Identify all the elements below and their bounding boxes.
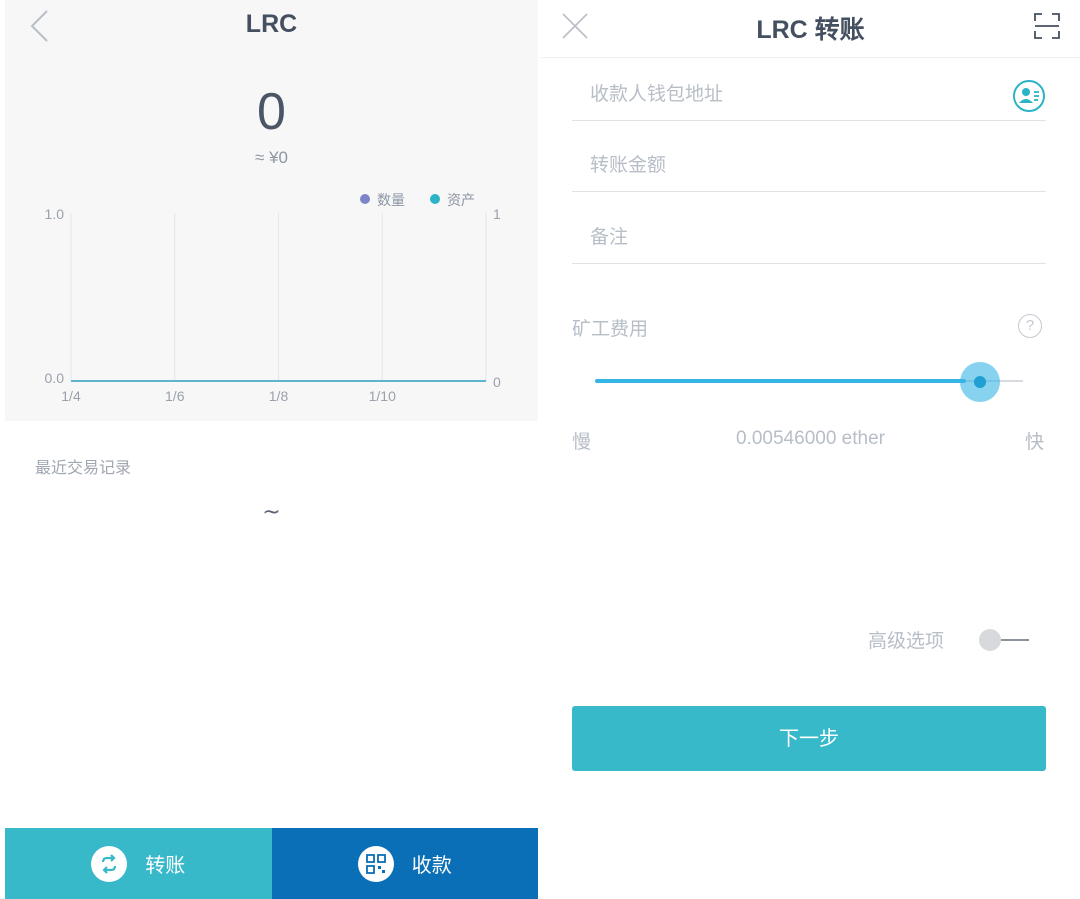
slider-fill bbox=[595, 379, 967, 383]
balance-chart: 1.0 0.0 1 0 1/4 1/6 1/8 1/10 数量 资产 bbox=[45, 192, 501, 404]
bottom-action-bar: 转账 收款 bbox=[5, 828, 538, 899]
scan-icon[interactable] bbox=[1033, 12, 1061, 40]
right-axis-tick: 0 bbox=[493, 374, 501, 390]
x-axis-tick: 1/4 bbox=[61, 388, 81, 404]
transfer-label: 转账 bbox=[145, 853, 186, 877]
slider-thumb[interactable] bbox=[960, 362, 1001, 402]
page-title: LRC bbox=[245, 10, 298, 38]
token-summary-panel: LRC 0 ≈ ¥0 1.0 0.0 1 0 1/4 1/6 1/8 1/10 数量 资产 bbox=[5, 0, 538, 421]
receive-button[interactable]: 收款 bbox=[271, 828, 538, 899]
gas-fee-slider[interactable] bbox=[595, 362, 1023, 402]
amount-field bbox=[572, 140, 1046, 192]
advanced-options-toggle[interactable] bbox=[977, 627, 1035, 653]
advanced-options-label: 高级选项 bbox=[868, 630, 945, 652]
memo-field bbox=[572, 212, 1046, 264]
gas-fee-label: 矿工费用 bbox=[572, 318, 649, 340]
x-axis-tick: 1/8 bbox=[269, 388, 289, 404]
amount-input[interactable] bbox=[590, 154, 1010, 176]
transfer-header: LRC 转账 bbox=[541, 0, 1080, 58]
right-axis-tick: 1 bbox=[493, 206, 501, 222]
help-icon[interactable]: ? bbox=[1018, 314, 1042, 338]
x-axis-tick: 1/6 bbox=[165, 388, 185, 404]
left-axis-tick: 0.0 bbox=[45, 370, 65, 386]
gas-fee-value: 0.00546000 ether bbox=[736, 428, 885, 449]
receive-label: 收款 bbox=[411, 853, 452, 877]
legend-label: 资产 bbox=[447, 192, 475, 208]
recent-transactions-label: 最近交易记录 bbox=[35, 458, 132, 477]
legend-label: 数量 bbox=[377, 192, 405, 208]
toggle-knob bbox=[979, 629, 1001, 651]
legend-marker bbox=[360, 194, 370, 204]
contact-icon[interactable] bbox=[1012, 79, 1046, 113]
page-title: LRC 转账 bbox=[756, 16, 865, 44]
left-axis-tick: 1.0 bbox=[45, 206, 65, 222]
transfer-screen: LRC 转账 矿工费用 ? 慢 0.00546000 ether 快 高级选项 bbox=[541, 0, 1080, 899]
fiat-value: ≈ ¥0 bbox=[255, 148, 288, 167]
token-balance: 0 bbox=[257, 83, 286, 141]
token-detail-screen: LRC 0 ≈ ¥0 1.0 0.0 1 0 1/4 1/6 1/8 1/10 数量 资产 最近交… bbox=[5, 0, 538, 899]
qrcode-icon bbox=[357, 845, 394, 882]
empty-transactions-marker: ~ bbox=[262, 500, 281, 525]
legend-marker bbox=[430, 194, 440, 204]
fast-label: 快 bbox=[1025, 431, 1045, 453]
memo-input[interactable] bbox=[590, 226, 1010, 248]
transfer-icon bbox=[91, 845, 128, 882]
next-step-button[interactable]: 下一步 bbox=[572, 706, 1046, 771]
x-axis-tick: 1/10 bbox=[369, 388, 396, 404]
transfer-button[interactable]: 转账 bbox=[5, 828, 272, 899]
receiver-address-input[interactable] bbox=[590, 83, 1010, 105]
receiver-address-field bbox=[572, 69, 1046, 121]
